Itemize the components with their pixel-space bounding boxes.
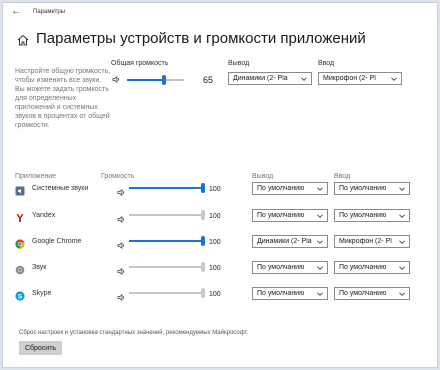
master-input-dropdown[interactable]: Микрофон (2- Pl <box>318 72 402 85</box>
master-volume-thumb[interactable] <box>162 75 166 85</box>
app-volume-value: 100 <box>209 186 221 193</box>
chrome-icon <box>15 236 25 249</box>
app-volume-slider[interactable] <box>129 288 205 298</box>
app-output-value: По умолчанию <box>257 264 305 271</box>
master-input-label: Ввод <box>318 60 335 67</box>
chevron-down-icon <box>399 266 405 270</box>
reset-description: Сброс настроек и установка стандартных з… <box>19 330 249 336</box>
chevron-down-icon <box>399 187 405 191</box>
chevron-down-icon <box>317 266 323 270</box>
master-volume-label: Общая громкость <box>111 60 169 67</box>
chevron-down-icon <box>399 292 405 296</box>
yandex-icon <box>15 210 25 222</box>
app-input-dropdown[interactable]: По умолчанию <box>334 182 410 195</box>
chevron-down-icon <box>317 292 323 296</box>
app-output-dropdown[interactable]: По умолчанию <box>252 209 328 222</box>
master-volume-slider[interactable] <box>127 75 184 85</box>
app-input-value: По умолчанию <box>339 290 387 297</box>
app-name: Звук <box>32 264 47 271</box>
app-volume-fill <box>129 240 203 242</box>
chevron-down-icon <box>399 240 405 244</box>
home-icon <box>17 34 29 46</box>
app-volume-slider[interactable] <box>129 210 205 220</box>
window-title: Параметры <box>33 9 65 15</box>
app-volume-slider[interactable] <box>129 236 205 246</box>
speaker-icon[interactable] <box>117 184 126 196</box>
app-name: Системные звуки <box>32 185 89 192</box>
column-output: Вывод <box>252 173 274 180</box>
settings-window: ← Параметры Параметры устройств и громко… <box>3 3 437 367</box>
app-input-dropdown[interactable]: По умолчанию <box>334 209 410 222</box>
app-name: Yandex <box>32 212 56 219</box>
app-volume-value: 100 <box>209 265 221 272</box>
speaker-icon[interactable] <box>117 289 126 301</box>
speaker-icon[interactable] <box>112 75 121 84</box>
app-volume-slider[interactable] <box>129 262 205 272</box>
app-input-value: По умолчанию <box>339 185 387 192</box>
app-output-dropdown[interactable]: По умолчанию <box>252 182 328 195</box>
speaker-icon[interactable] <box>117 263 126 275</box>
master-output-label: Вывод <box>228 60 250 67</box>
speaker-icon[interactable] <box>117 211 126 223</box>
app-volume-value: 100 <box>209 213 221 220</box>
app-volume-fill <box>129 187 203 189</box>
app-input-dropdown[interactable]: По умолчанию <box>334 287 410 300</box>
app-name: Skype <box>32 290 52 297</box>
app-volume-thumb[interactable] <box>201 262 205 272</box>
master-output-dropdown[interactable]: Динамики (2- Pla <box>228 72 312 85</box>
app-input-dropdown[interactable]: По умолчанию <box>334 261 410 274</box>
sound-app-icon <box>15 262 25 275</box>
skype-icon: S <box>15 288 25 301</box>
chevron-down-icon <box>301 77 307 81</box>
master-description: Настройте общую громкость, чтобы изменит… <box>15 68 111 129</box>
column-app: Приложение <box>15 173 57 180</box>
app-input-value: По умолчанию <box>339 212 387 219</box>
app-output-dropdown[interactable]: По умолчанию <box>252 287 328 300</box>
chevron-down-icon <box>317 187 323 191</box>
app-volume-slider[interactable] <box>129 183 205 193</box>
app-output-dropdown[interactable]: Динамики (2- Pla <box>252 235 328 248</box>
page-title: Параметры устройств и громкости приложен… <box>36 30 366 47</box>
app-input-value: По умолчанию <box>339 264 387 271</box>
column-input: Ввод <box>334 173 351 180</box>
system-sounds-icon <box>15 183 25 196</box>
app-input-value: Микрофон (2- Pl <box>339 238 392 245</box>
reset-button[interactable]: Сбросить <box>19 341 62 355</box>
chevron-down-icon <box>391 77 397 81</box>
master-volume-value: 65 <box>203 75 214 85</box>
master-output-value: Динамики (2- Pla <box>233 75 288 82</box>
app-volume-value: 100 <box>209 239 221 246</box>
back-arrow-icon[interactable]: ← <box>11 6 21 18</box>
chevron-down-icon <box>317 214 323 218</box>
app-name: Google Chrome <box>32 238 82 245</box>
app-volume-thumb[interactable] <box>201 288 205 298</box>
chevron-down-icon <box>399 214 405 218</box>
svg-text:S: S <box>18 293 23 300</box>
chevron-down-icon <box>317 240 323 244</box>
app-output-value: Динамики (2- Pla <box>257 238 312 245</box>
app-volume-thumb[interactable] <box>201 236 205 246</box>
master-volume-fill <box>127 79 164 81</box>
app-output-dropdown[interactable]: По умолчанию <box>252 261 328 274</box>
app-volume-thumb[interactable] <box>201 210 205 220</box>
speaker-icon[interactable] <box>117 237 126 249</box>
title-bar: ← Параметры <box>3 3 437 23</box>
app-volume-thumb[interactable] <box>201 183 205 193</box>
master-input-value: Микрофон (2- Pl <box>323 75 376 82</box>
app-output-value: По умолчанию <box>257 290 305 297</box>
app-output-value: По умолчанию <box>257 185 305 192</box>
column-volume: Громкость <box>101 173 135 180</box>
app-output-value: По умолчанию <box>257 212 305 219</box>
app-input-dropdown[interactable]: Микрофон (2- Pl <box>334 235 410 248</box>
app-volume-value: 100 <box>209 291 221 298</box>
